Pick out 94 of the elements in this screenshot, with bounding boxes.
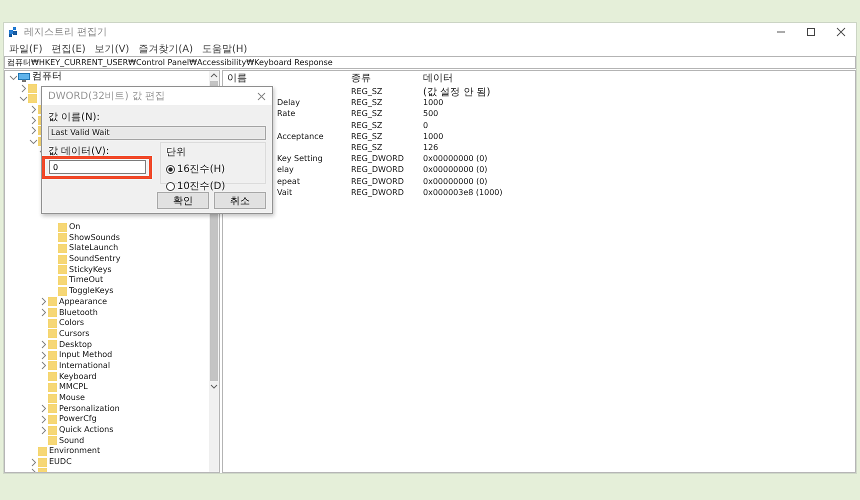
value-data: (값 설정 안 됨) <box>423 86 492 99</box>
close-icon[interactable] <box>836 27 846 37</box>
maximize-icon[interactable] <box>806 27 816 37</box>
chevron-icon[interactable] <box>38 308 48 318</box>
chevron-icon[interactable] <box>38 297 48 306</box>
value-type: REG_SZ <box>351 132 384 141</box>
tree-item[interactable]: Bluetooth <box>59 308 98 318</box>
value-data: 1000 <box>423 132 444 141</box>
value-data: 500 <box>423 109 440 118</box>
tree-item[interactable]: Cursors <box>59 328 90 339</box>
ok-button[interactable]: 확인 <box>157 192 209 209</box>
tree-item[interactable]: StickyKeys <box>69 264 112 275</box>
value-type: REG_SZ <box>351 87 384 96</box>
radio-label[interactable]: 10진수(D) <box>177 179 226 193</box>
chevron-icon[interactable] <box>8 72 18 82</box>
value-data: 0x00000000 (0) <box>423 176 488 186</box>
value-type: REG_SZ <box>351 120 384 130</box>
menu-item[interactable]: 보기(V) <box>94 42 130 56</box>
tree-item[interactable]: MMCPL <box>59 382 88 392</box>
menu-item[interactable]: 도움말(H) <box>202 42 248 56</box>
cancel-button[interactable]: 취소 <box>214 192 266 209</box>
radio-button[interactable] <box>166 164 175 174</box>
value-data: 0x00000000 (0) <box>423 165 488 174</box>
value-type: REG_SZ <box>351 143 384 152</box>
tree-item[interactable]: Personalization <box>59 404 120 414</box>
tree-item[interactable]: TimeOut <box>69 275 104 286</box>
menu-item[interactable]: 편집(E) <box>52 42 86 56</box>
registry-cubes-icon <box>9 27 19 37</box>
chevron-icon[interactable] <box>18 94 28 104</box>
name-field: Last Valid Wait <box>48 126 266 140</box>
chevron-icon[interactable] <box>38 414 48 424</box>
tree-item[interactable]: ShowSounds <box>69 232 120 243</box>
value-name: Acceptance <box>277 132 324 141</box>
tree-item[interactable]: International <box>59 360 110 371</box>
menu-item[interactable]: 즐겨찾기(A) <box>138 42 193 56</box>
column-header[interactable]: 종류 <box>351 71 423 85</box>
field-label: 값 이름(N): <box>48 111 101 124</box>
window-title: 레지스트리 편집기 <box>24 26 108 39</box>
address-bar[interactable]: 컴퓨터₩HKEY_CURRENT_USER₩Control Panel₩Accessibility₩Keyboard Response <box>4 56 856 69</box>
tree-item[interactable]: Keyboard <box>59 372 97 382</box>
tree-item[interactable]: Input Method <box>59 350 112 360</box>
chevron-icon[interactable] <box>38 404 48 414</box>
value-data: 126 <box>423 143 440 152</box>
value-name: epeat <box>277 176 300 186</box>
tree-item[interactable]: SlateLaunch <box>69 243 118 254</box>
chevron-icon[interactable] <box>38 361 48 370</box>
tree-item[interactable]: Mouse <box>59 393 85 404</box>
column-header[interactable]: 이름 <box>227 71 351 85</box>
close-icon[interactable] <box>257 92 266 100</box>
group-label: 단위 <box>166 146 187 159</box>
dialog-title: DWORD(32비트) 값 편집 <box>48 90 165 103</box>
tree-item[interactable]: 컴퓨터 <box>32 72 62 82</box>
chevron-icon[interactable] <box>38 340 48 350</box>
tree-item[interactable]: Sound <box>59 436 84 446</box>
value-name: Key Setting <box>277 154 323 164</box>
tree-item[interactable]: EUDC <box>49 457 72 468</box>
value-name: Rate <box>277 109 296 118</box>
value-name: Vait <box>277 188 292 197</box>
tree-item[interactable]: Appearance <box>59 296 108 307</box>
tree-item[interactable]: ToggleKeys <box>69 286 114 296</box>
value-data: 0x00000000 (0) <box>423 154 488 164</box>
value-data: 1000 <box>423 98 444 108</box>
value-type: REG_SZ <box>351 109 384 118</box>
column-header[interactable]: 데이터 <box>423 71 623 85</box>
tree-item[interactable]: Desktop <box>59 340 92 350</box>
computer-icon <box>18 72 30 82</box>
tree-item[interactable]: Quick Actions <box>59 425 114 436</box>
chevron-icon[interactable] <box>28 116 38 125</box>
value-type: REG_DWORD <box>351 188 405 197</box>
value-type: REG_DWORD <box>351 176 405 186</box>
tree-item[interactable]: SoundSentry <box>69 254 120 264</box>
tree-item[interactable]: On <box>69 222 80 232</box>
chevron-icon[interactable] <box>28 104 38 114</box>
value-type: REG_DWORD <box>351 165 405 174</box>
chevron-icon[interactable] <box>18 84 28 93</box>
tree-item[interactable]: Environment <box>49 446 100 456</box>
chevron-icon[interactable] <box>38 426 48 435</box>
value-input-field[interactable]: 0 <box>49 160 146 174</box>
value-name: elay <box>277 165 294 174</box>
value-type: REG_DWORD <box>351 154 405 164</box>
chevron-icon[interactable] <box>28 136 38 146</box>
value-data: 0 <box>423 120 430 130</box>
chevron-icon[interactable] <box>28 458 38 467</box>
value-name: Delay <box>277 98 300 108</box>
chevron-icon[interactable] <box>38 350 48 360</box>
field-label: 값 데이터(V): <box>48 145 110 158</box>
tree-item[interactable]: PowerCfg <box>59 414 97 424</box>
tree-item[interactable]: Colors <box>59 318 84 328</box>
radio-label[interactable]: 16진수(H) <box>177 162 226 176</box>
value-type: REG_SZ <box>351 98 384 108</box>
value-data: 0x000003e8 (1000) <box>423 188 504 197</box>
chevron-icon[interactable] <box>28 126 38 136</box>
radio-button[interactable] <box>166 182 175 190</box>
menu-item[interactable]: 파일(F) <box>9 42 43 56</box>
